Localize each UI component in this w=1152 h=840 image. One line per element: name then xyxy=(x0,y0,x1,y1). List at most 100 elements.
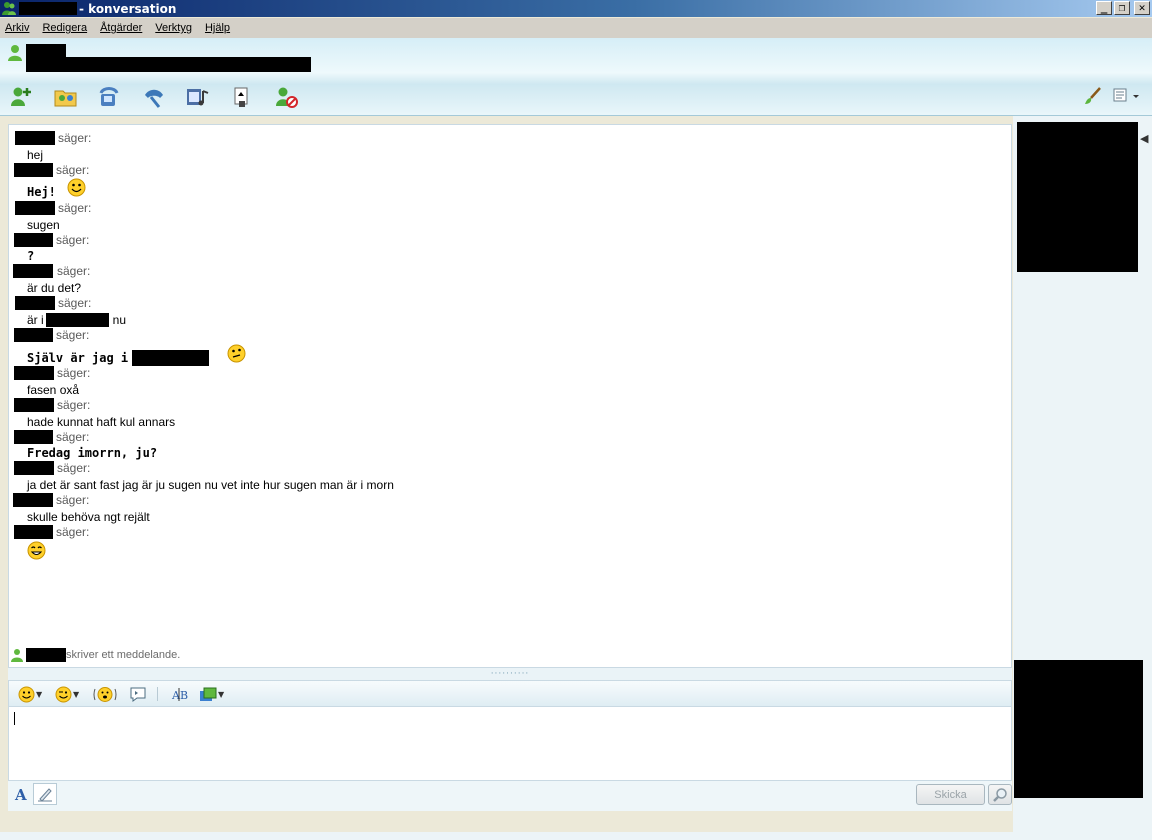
games-icon xyxy=(234,87,248,107)
menu-bar: Arkiv Redigera Åtgärder Verktyg Hjälp xyxy=(0,18,1152,38)
svg-text:A: A xyxy=(14,786,27,802)
redacted-contact-name xyxy=(26,44,66,58)
message-sender: säger: xyxy=(13,264,90,278)
message-text: är i nu xyxy=(27,313,127,327)
menu-hjalp[interactable]: Hjälp xyxy=(205,22,230,34)
video-call-icon xyxy=(99,87,119,106)
text-caret xyxy=(14,712,15,725)
menu-verktyg[interactable]: Verktyg xyxy=(155,22,192,34)
invite-contact-button[interactable] xyxy=(7,82,37,112)
toolbar-divider xyxy=(157,687,158,701)
handwriting-mode-button[interactable] xyxy=(33,783,57,805)
message-sender: säger: xyxy=(14,328,89,342)
display-options-button[interactable] xyxy=(1112,86,1140,109)
emoticon-button[interactable]: ▼ xyxy=(18,685,42,703)
redacted-contact-name xyxy=(19,2,77,15)
message-text: skulle behöva ngt rejält xyxy=(27,510,150,524)
menu-atgarder[interactable]: Åtgärder xyxy=(100,22,142,34)
background-button[interactable]: ▼ xyxy=(199,685,224,703)
compose-bottom-bar: A Skicka xyxy=(8,781,1012,811)
message-sender: säger: xyxy=(14,398,90,412)
message-text: hej xyxy=(27,148,44,162)
wink-icon xyxy=(55,686,72,702)
message-sender: säger: xyxy=(14,525,89,539)
close-button[interactable]: ✕ xyxy=(1134,1,1150,15)
wink-button[interactable]: ▼ xyxy=(55,685,79,703)
user-display-picture[interactable] xyxy=(1014,660,1143,798)
conversation-history[interactable]: säger: hej säger: Hej! säger: sugen säge… xyxy=(8,124,1012,668)
typing-contact-icon xyxy=(11,649,23,662)
message-sender: säger: xyxy=(14,461,90,475)
chevron-down-icon: ▼ xyxy=(36,689,43,699)
block-contact-button[interactable] xyxy=(271,82,301,112)
share-files-button[interactable] xyxy=(51,82,81,112)
nudge-icon xyxy=(93,686,117,702)
smile-emoticon-icon xyxy=(67,178,86,197)
message-sender: säger: xyxy=(15,201,91,215)
block-contact-icon xyxy=(276,87,298,108)
menu-arkiv[interactable]: Arkiv xyxy=(5,22,29,34)
contact-display-picture[interactable] xyxy=(1017,122,1138,272)
menu-redigera[interactable]: Redigera xyxy=(42,22,87,34)
font-icon: A xyxy=(14,786,27,802)
background-icon xyxy=(200,687,217,701)
compose-toolbar: ▼ ▼ A B ▼ xyxy=(8,680,1012,707)
contact-header xyxy=(0,38,1152,116)
grin-emoticon-icon xyxy=(27,541,46,560)
invite-contact-icon xyxy=(11,87,31,106)
activities-icon xyxy=(187,89,209,106)
activities-button[interactable] xyxy=(183,82,213,112)
voice-clip-icon xyxy=(130,687,146,702)
message-text: Hej! xyxy=(27,185,56,199)
chevron-down-icon: ▼ xyxy=(218,689,225,699)
message-sender: säger: xyxy=(13,493,89,507)
text-mode-button[interactable]: A xyxy=(10,783,32,805)
redacted-contact-name xyxy=(26,648,66,662)
typing-status-text: skriver ett meddelande. xyxy=(66,649,181,661)
title-bar: - konversation _ ❐ ✕ xyxy=(0,0,1152,17)
font-style-button[interactable]: A B xyxy=(171,685,189,703)
share-folder-icon xyxy=(54,90,77,107)
games-button[interactable] xyxy=(227,82,257,112)
message-sender: säger: xyxy=(14,366,90,380)
search-icon xyxy=(993,787,1007,802)
redacted-location xyxy=(132,350,210,366)
typing-indicator: skriver ett meddelande. xyxy=(10,648,180,662)
message-sender: säger: xyxy=(14,430,89,444)
message-text: Fredag imorrn, ju? xyxy=(27,446,158,460)
contact-status-icon xyxy=(8,45,22,61)
theme-button[interactable] xyxy=(1083,86,1103,109)
message-text: ? xyxy=(27,249,35,263)
maximize-button[interactable]: ❐ xyxy=(1114,1,1130,15)
message-input[interactable] xyxy=(8,707,1012,781)
message-sender: säger: xyxy=(14,163,89,177)
message-text: Själv är jag i xyxy=(27,350,210,366)
status-strip xyxy=(0,832,1152,840)
paintbrush-icon xyxy=(1085,87,1101,104)
video-call-button[interactable] xyxy=(95,82,125,112)
voice-clip-button[interactable] xyxy=(129,685,147,703)
pen-icon xyxy=(38,788,52,802)
message-text: sugen xyxy=(27,218,60,232)
emoticon-icon xyxy=(18,686,35,702)
message-sender: säger: xyxy=(15,131,91,145)
message-text: ja det är sant fast jag är ju sugen nu v… xyxy=(27,478,394,492)
collapse-panel-arrow-icon[interactable]: ◀ xyxy=(1140,132,1148,145)
message-sender: säger: xyxy=(15,296,91,310)
search-button[interactable] xyxy=(988,784,1012,805)
phone-call-button[interactable] xyxy=(139,82,169,112)
nudge-button[interactable] xyxy=(93,685,117,703)
message-text: fasen oxå xyxy=(27,383,80,397)
window-title: - konversation xyxy=(79,1,177,16)
message-text: är du det? xyxy=(27,281,82,295)
message-sender: säger: xyxy=(14,233,89,247)
redacted-personal-message xyxy=(26,57,311,72)
minimize-button[interactable]: _ xyxy=(1096,1,1112,15)
svg-text:B: B xyxy=(180,689,188,702)
pane-splitter[interactable]: ·········· xyxy=(8,668,1012,680)
send-button[interactable]: Skicka xyxy=(916,784,985,805)
message-text: hade kunnat haft kul annars xyxy=(27,415,176,429)
thinking-emoticon-icon xyxy=(227,344,246,363)
redacted-location xyxy=(45,313,109,327)
font-style-icon: A B xyxy=(171,687,188,702)
